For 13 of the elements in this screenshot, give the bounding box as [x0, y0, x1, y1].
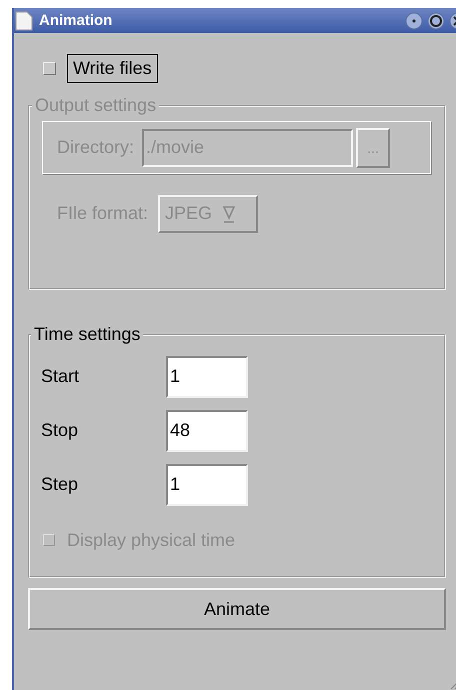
window-title: Animation: [39, 12, 114, 29]
field-label: Step: [41, 474, 80, 496]
number-field[interactable]: 48: [166, 410, 248, 452]
number-field[interactable]: 1: [166, 356, 248, 398]
checkbox-label[interactable]: Write files: [67, 54, 158, 82]
maximize-icon[interactable]: [426, 10, 446, 30]
checkbox[interactable]: [43, 62, 56, 74]
document-icon: [15, 10, 33, 30]
field-label: Stop: [41, 420, 80, 442]
animate-button[interactable]: Animate: [28, 588, 446, 630]
field-label: Start: [41, 366, 80, 388]
dropdown-arrow-icon: [222, 204, 236, 224]
number-field[interactable]: 1: [166, 464, 248, 506]
